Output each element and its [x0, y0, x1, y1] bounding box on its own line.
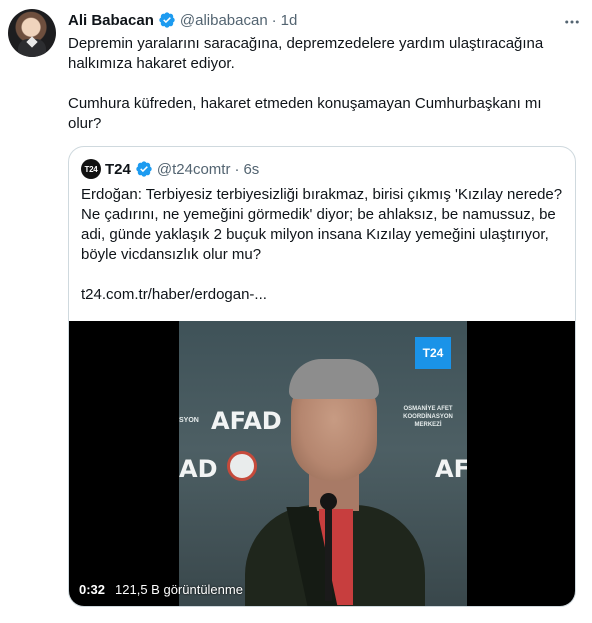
tweet-paragraph-1: Depremin yaralarını saracağına, depremze…: [68, 35, 544, 72]
wall-sign: OSMANİYE AFET KOORDİNASYON MERKEZİ: [403, 406, 453, 428]
t24-watermark: T24: [415, 337, 451, 369]
wall-logo: AD: [179, 455, 218, 483]
verified-badge-icon: [136, 161, 152, 177]
quoted-author-handle[interactable]: @t24comtr: [157, 161, 231, 178]
quoted-header: T24 T24 @t24comtr · 6s: [81, 159, 259, 179]
wall-sign-left: SYON: [179, 417, 199, 424]
tweet-header: Ali Babacan @alibabacan · 1d: [68, 10, 297, 30]
video-views: 121,5 B görüntülenme: [115, 581, 243, 597]
video-frame: AFAD AD AFAD SYON OSMANİYE AFET KOORDİNA…: [179, 321, 467, 606]
separator-dot: ·: [234, 160, 240, 178]
tweet-paragraph-2: Cumhura küfreden, hakaret etmeden konuşa…: [68, 95, 542, 132]
quoted-avatar[interactable]: T24: [81, 159, 101, 179]
quoted-author-name[interactable]: T24: [105, 161, 131, 178]
video-overlay: 0:32 121,5 B görüntülenme: [79, 579, 243, 599]
quoted-time[interactable]: 6s: [243, 161, 259, 178]
author-name[interactable]: Ali Babacan: [68, 12, 154, 29]
emblem-seal: [227, 451, 257, 481]
quoted-text: Erdoğan: Terbiyesiz terbiyesizliği bırak…: [81, 185, 565, 305]
verified-badge-icon: [159, 12, 175, 28]
avatar[interactable]: [8, 9, 56, 57]
speaker-hair: [289, 359, 379, 399]
quoted-paragraph: Erdoğan: Terbiyesiz terbiyesizliği bırak…: [81, 186, 563, 263]
wall-logo: AFAD: [211, 407, 282, 435]
more-dots-icon[interactable]: [562, 12, 582, 32]
video-player[interactable]: AFAD AD AFAD SYON OSMANİYE AFET KOORDİNA…: [69, 321, 575, 606]
video-duration: 0:32: [79, 581, 106, 597]
separator-dot: ·: [271, 11, 277, 29]
microphone-stand: [325, 501, 332, 601]
tweet-text: Depremin yaralarını saracağına, depremze…: [68, 34, 578, 134]
microphone-icon: [320, 493, 337, 510]
wall-logo: AFAD: [435, 455, 467, 483]
author-handle[interactable]: @alibabacan: [180, 12, 268, 29]
quoted-link[interactable]: t24.com.tr/haber/erdogan-...: [81, 285, 565, 305]
tweet[interactable]: Ali Babacan @alibabacan · 1d Depremin ya…: [0, 0, 592, 623]
quoted-tweet[interactable]: T24 T24 @t24comtr · 6s Erdoğan: Terbiyes…: [68, 146, 576, 607]
tweet-time[interactable]: 1d: [281, 12, 298, 29]
